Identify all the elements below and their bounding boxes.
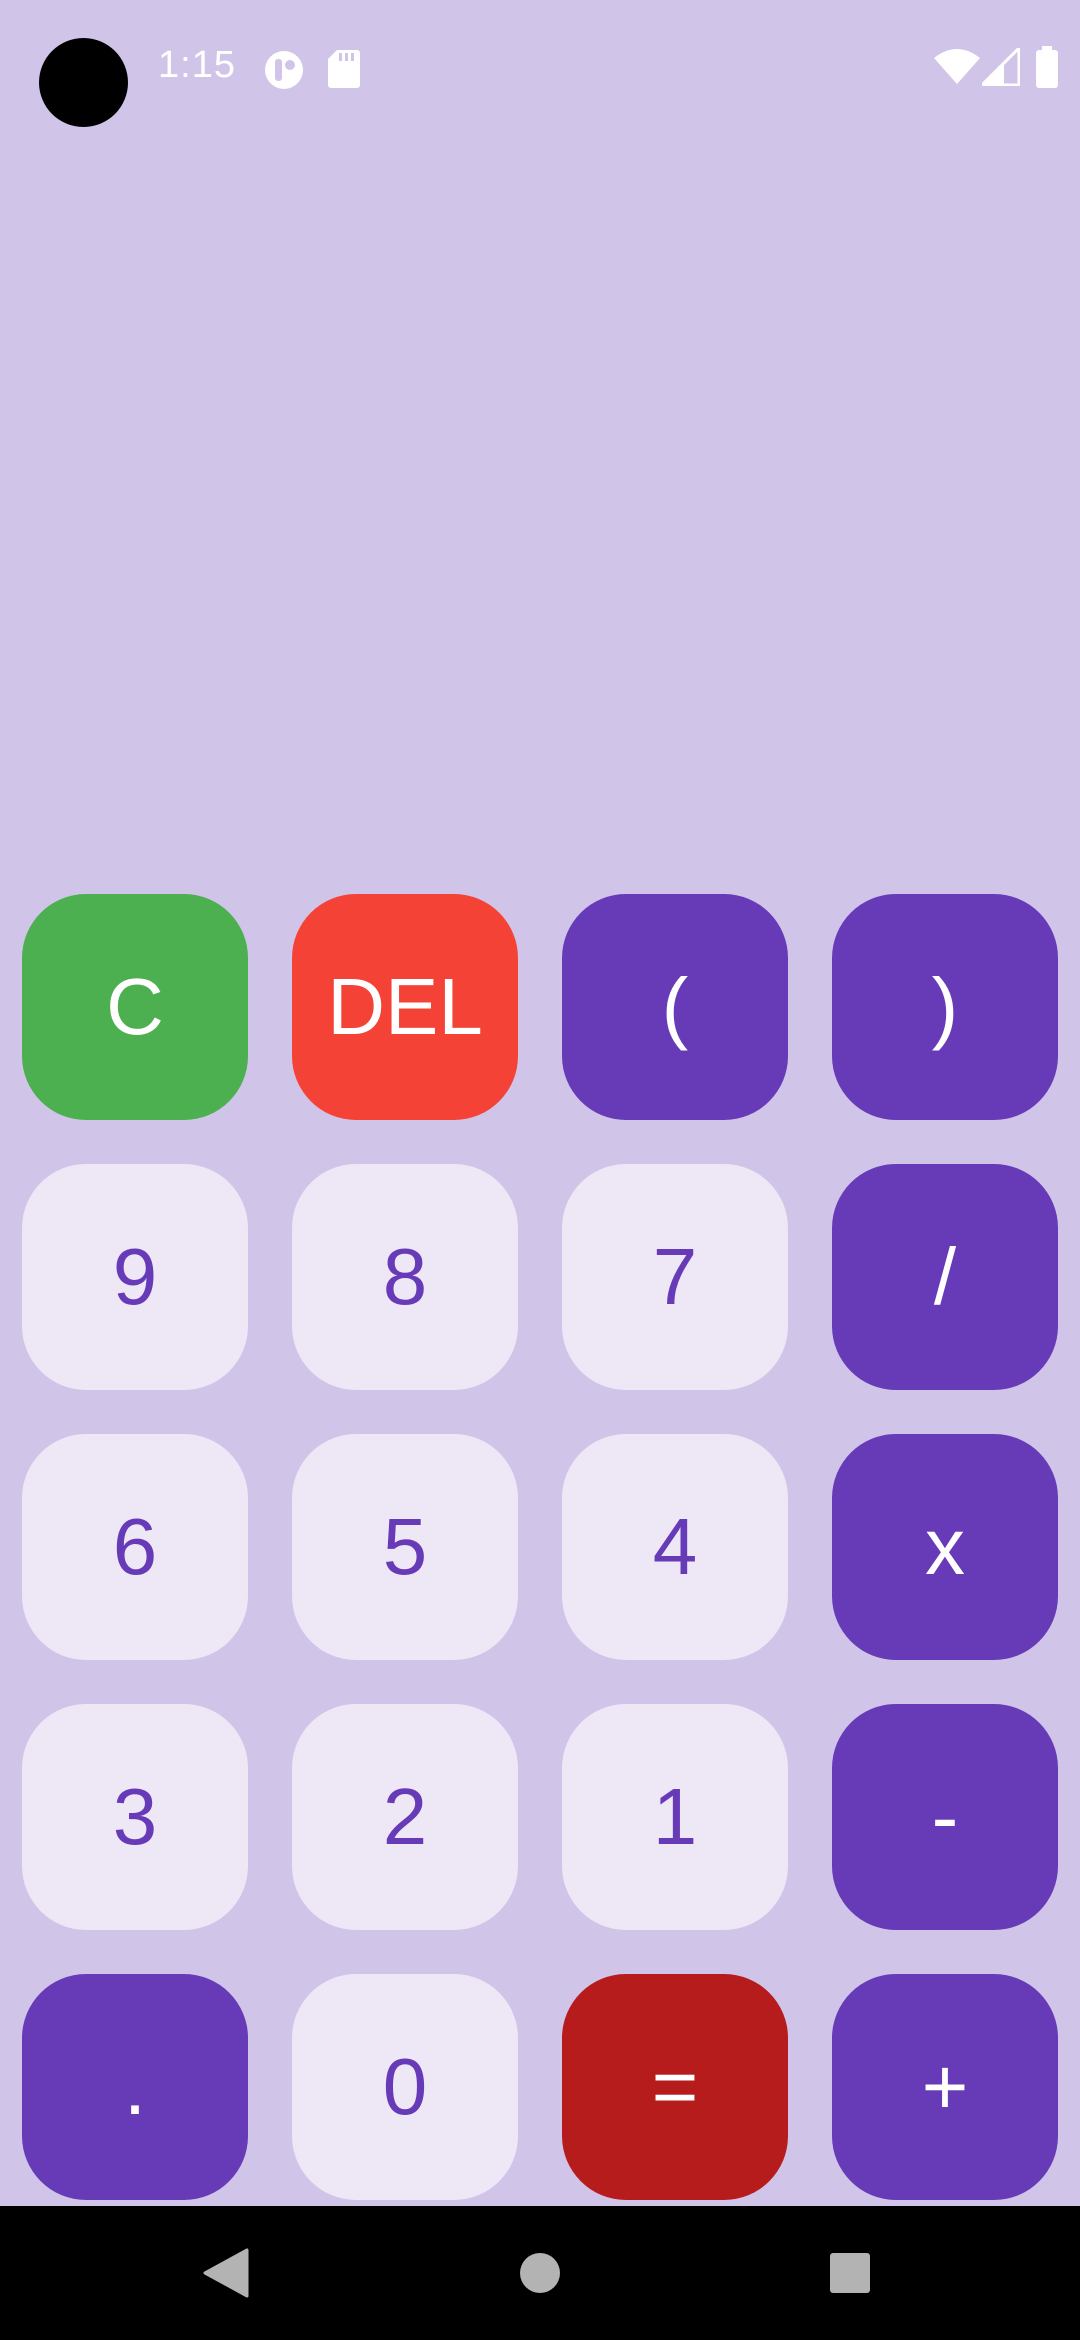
multiply-button[interactable]: x — [832, 1434, 1058, 1660]
digit-5-button[interactable]: 5 — [292, 1434, 518, 1660]
decimal-point-button[interactable]: . — [22, 1974, 248, 2200]
key-label: / — [933, 1232, 957, 1321]
key-label: x — [925, 1502, 965, 1591]
key-label: 9 — [112, 1232, 158, 1321]
notification-app-icon — [264, 50, 304, 95]
digit-0-button[interactable]: 0 — [292, 1974, 518, 2200]
status-bar: 1:15 — [0, 0, 1080, 140]
divide-button[interactable]: / — [832, 1164, 1058, 1390]
wifi-icon — [934, 48, 980, 91]
home-button[interactable] — [460, 2206, 620, 2340]
navigation-bar — [0, 2206, 1080, 2340]
digit-3-button[interactable]: 3 — [22, 1704, 248, 1930]
status-time: 1:15 — [158, 44, 236, 86]
calculator-display — [0, 140, 1080, 880]
front-camera-cutout — [39, 38, 128, 127]
key-label: 1 — [652, 1772, 698, 1861]
key-label: ( — [661, 962, 689, 1051]
digit-8-button[interactable]: 8 — [292, 1164, 518, 1390]
add-button[interactable]: + — [832, 1974, 1058, 2200]
key-label: DEL — [327, 962, 483, 1051]
keypad: C DEL () 9 8 7 / 6 5 4 x 3 2 1 -. 0 = + — [22, 894, 1058, 2200]
home-icon — [520, 2253, 560, 2293]
recents-button[interactable] — [770, 2206, 930, 2340]
battery-icon — [1036, 46, 1058, 93]
open-paren-button[interactable]: ( — [562, 894, 788, 1120]
key-label: 0 — [382, 2042, 428, 2131]
recents-icon — [830, 2253, 870, 2293]
key-label: 6 — [112, 1502, 158, 1591]
clear-button[interactable]: C — [22, 894, 248, 1120]
key-label: 4 — [652, 1502, 698, 1591]
key-label: - — [931, 1772, 959, 1861]
key-label: ) — [931, 962, 959, 1051]
back-button[interactable] — [146, 2206, 306, 2340]
digit-9-button[interactable]: 9 — [22, 1164, 248, 1390]
key-label: . — [123, 2042, 147, 2131]
equals-button[interactable]: = — [562, 1974, 788, 2200]
sd-card-icon — [328, 50, 360, 93]
key-label: 7 — [652, 1232, 698, 1321]
key-label: 5 — [382, 1502, 428, 1591]
key-label: = — [651, 2042, 699, 2131]
digit-7-button[interactable]: 7 — [562, 1164, 788, 1390]
key-label: + — [921, 2042, 969, 2131]
digit-1-button[interactable]: 1 — [562, 1704, 788, 1930]
digit-4-button[interactable]: 4 — [562, 1434, 788, 1660]
key-label: C — [106, 962, 164, 1051]
digit-6-button[interactable]: 6 — [22, 1434, 248, 1660]
digit-2-button[interactable]: 2 — [292, 1704, 518, 1930]
close-paren-button[interactable]: ) — [832, 894, 1058, 1120]
delete-button[interactable]: DEL — [292, 894, 518, 1120]
key-label: 3 — [112, 1772, 158, 1861]
key-label: 2 — [382, 1772, 428, 1861]
back-icon — [203, 2248, 249, 2298]
cellular-signal-icon — [978, 44, 1021, 91]
subtract-button[interactable]: - — [832, 1704, 1058, 1930]
key-label: 8 — [382, 1232, 428, 1321]
